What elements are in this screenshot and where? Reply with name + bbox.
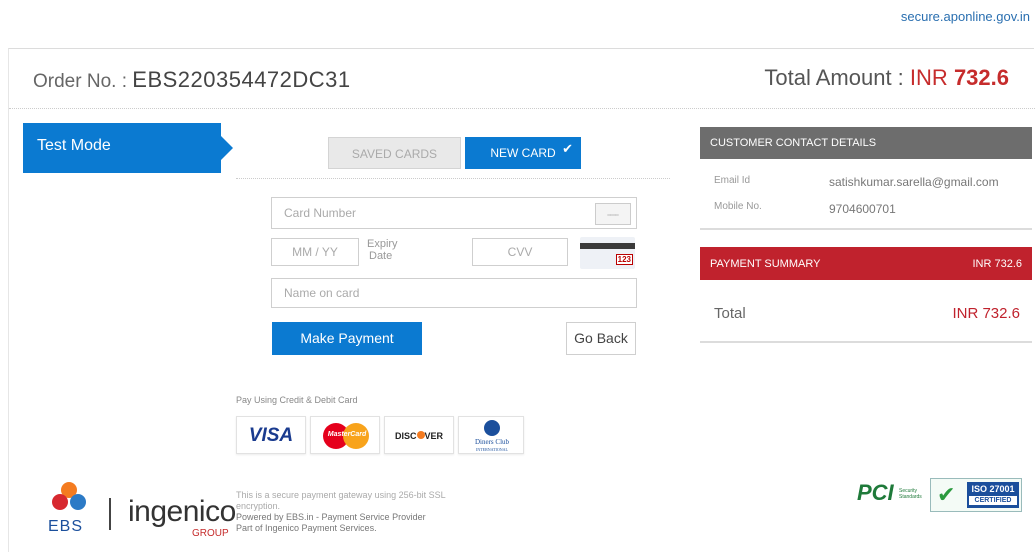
expiry-label: Expiry Date (367, 238, 398, 262)
footer-text: This is a secure payment gateway using 2… (236, 490, 486, 534)
discover-logo: DISC VER (384, 416, 454, 454)
visa-text: VISA (248, 425, 294, 446)
payment-summary-heading: PAYMENT SUMMARY INR 732.6 (700, 247, 1032, 280)
expiry-label-line2: Date (369, 250, 393, 262)
summary-total-label: Total (714, 305, 746, 322)
iso-line1: ISO 27001 (971, 484, 1015, 494)
footer-line-2: encryption. (236, 501, 281, 511)
iso-27001-badge: ✔ ISO 27001 CERTIFIED (930, 478, 1022, 512)
ebs-wordmark: EBS (48, 518, 84, 535)
discover-o-icon (416, 430, 425, 439)
check-icon: ✔ (562, 141, 573, 156)
card-strip (580, 243, 635, 249)
discover-text-pre: DISC (394, 431, 417, 441)
site-url: secure.aponline.gov.in (900, 9, 1030, 24)
expiry-input[interactable] (271, 238, 359, 266)
cvv-input[interactable] (472, 238, 568, 266)
footer-line-3: Powered by EBS.in - Payment Service Prov… (236, 512, 426, 522)
expiry-label-line1: Expiry (367, 238, 398, 250)
total-currency: INR (909, 65, 948, 90)
footer-line-1: This is a secure payment gateway using 2… (236, 490, 446, 500)
mobile-label: Mobile No. (714, 201, 762, 212)
iso-box: ISO 27001 CERTIFIED (967, 482, 1019, 508)
name-on-card-input[interactable] (271, 278, 637, 308)
cvv-card-icon: 123 (580, 237, 635, 269)
contact-details-heading: CUSTOMER CONTACT DETAILS (700, 127, 1032, 159)
ebs-red-dot (52, 494, 68, 510)
ebs-blue-dot (70, 494, 86, 510)
tab-saved-cards[interactable]: SAVED CARDS (328, 137, 461, 169)
order-bar: Order No. : EBS220354472DC31 Total Amoun… (9, 49, 1035, 109)
test-mode-banner: Test Mode (23, 123, 233, 173)
diners-club-logo: Diners Club INTERNATIONAL (458, 416, 524, 454)
pci-wordmark: PCI (857, 480, 894, 505)
diners-text: Diners Club INTERNATIONAL (459, 438, 525, 454)
total-amount: Total Amount : INR 732.6 (764, 65, 1009, 91)
pci-sub-line2: Standards (899, 494, 922, 500)
discover-text-post: VER (424, 431, 444, 441)
tab-divider (236, 178, 670, 179)
mobile-value: 9704600701 (829, 202, 896, 216)
ebs-icon (52, 482, 86, 516)
pay-using-label: Pay Using Credit & Debit Card (236, 395, 358, 405)
ingenico-logo: ingenico (128, 495, 236, 528)
diners-line1: Diners Club (474, 438, 510, 446)
total-label: Total Amount : (764, 65, 904, 90)
tab-new-card[interactable]: NEW CARD ✔ (465, 137, 581, 169)
diners-line2: INTERNATIONAL (476, 447, 508, 452)
order-number: Order No. : EBS220354472DC31 (33, 67, 351, 93)
cvv-icon-number: 123 (615, 254, 633, 265)
credit-card-icon: ▭▭▭ (595, 203, 631, 225)
checkmark-icon: ✔ (937, 482, 956, 507)
pci-sub: Security Standards (899, 488, 922, 500)
logo-separator (109, 498, 111, 530)
card-number-input[interactable] (271, 197, 637, 229)
mastercard-logo: MasterCard (310, 416, 380, 454)
mastercard-icon: MasterCard (323, 423, 369, 449)
order-value: EBS220354472DC31 (132, 67, 351, 92)
total-value: 732.6 (953, 65, 1009, 90)
ingenico-group-label: GROUP (192, 528, 229, 539)
payment-summary-amount: INR 732.6 (972, 258, 1022, 270)
footer-line-4: Part of Ingenico Payment Services. (236, 523, 377, 533)
make-payment-button[interactable]: Make Payment (272, 322, 422, 355)
summary-divider (700, 341, 1032, 343)
ebs-logo: EBS (44, 482, 94, 537)
summary-total-value: INR 732.6 (952, 305, 1020, 322)
tab-new-card-label: NEW CARD (490, 146, 556, 160)
order-label: Order No. : (33, 71, 127, 92)
go-back-button[interactable]: Go Back (566, 322, 636, 355)
email-label: Email Id (714, 175, 751, 186)
pci-logo: PCI Security Standards (857, 480, 927, 508)
mastercard-text: MasterCard (327, 431, 367, 438)
contact-divider (700, 228, 1032, 230)
diners-icon (484, 420, 500, 436)
payment-summary-title: PAYMENT SUMMARY (710, 258, 821, 270)
visa-logo: VISA (236, 416, 306, 454)
email-value: satishkumar.sarella@gmail.com (829, 175, 999, 189)
iso-line2: CERTIFIED (969, 496, 1017, 505)
